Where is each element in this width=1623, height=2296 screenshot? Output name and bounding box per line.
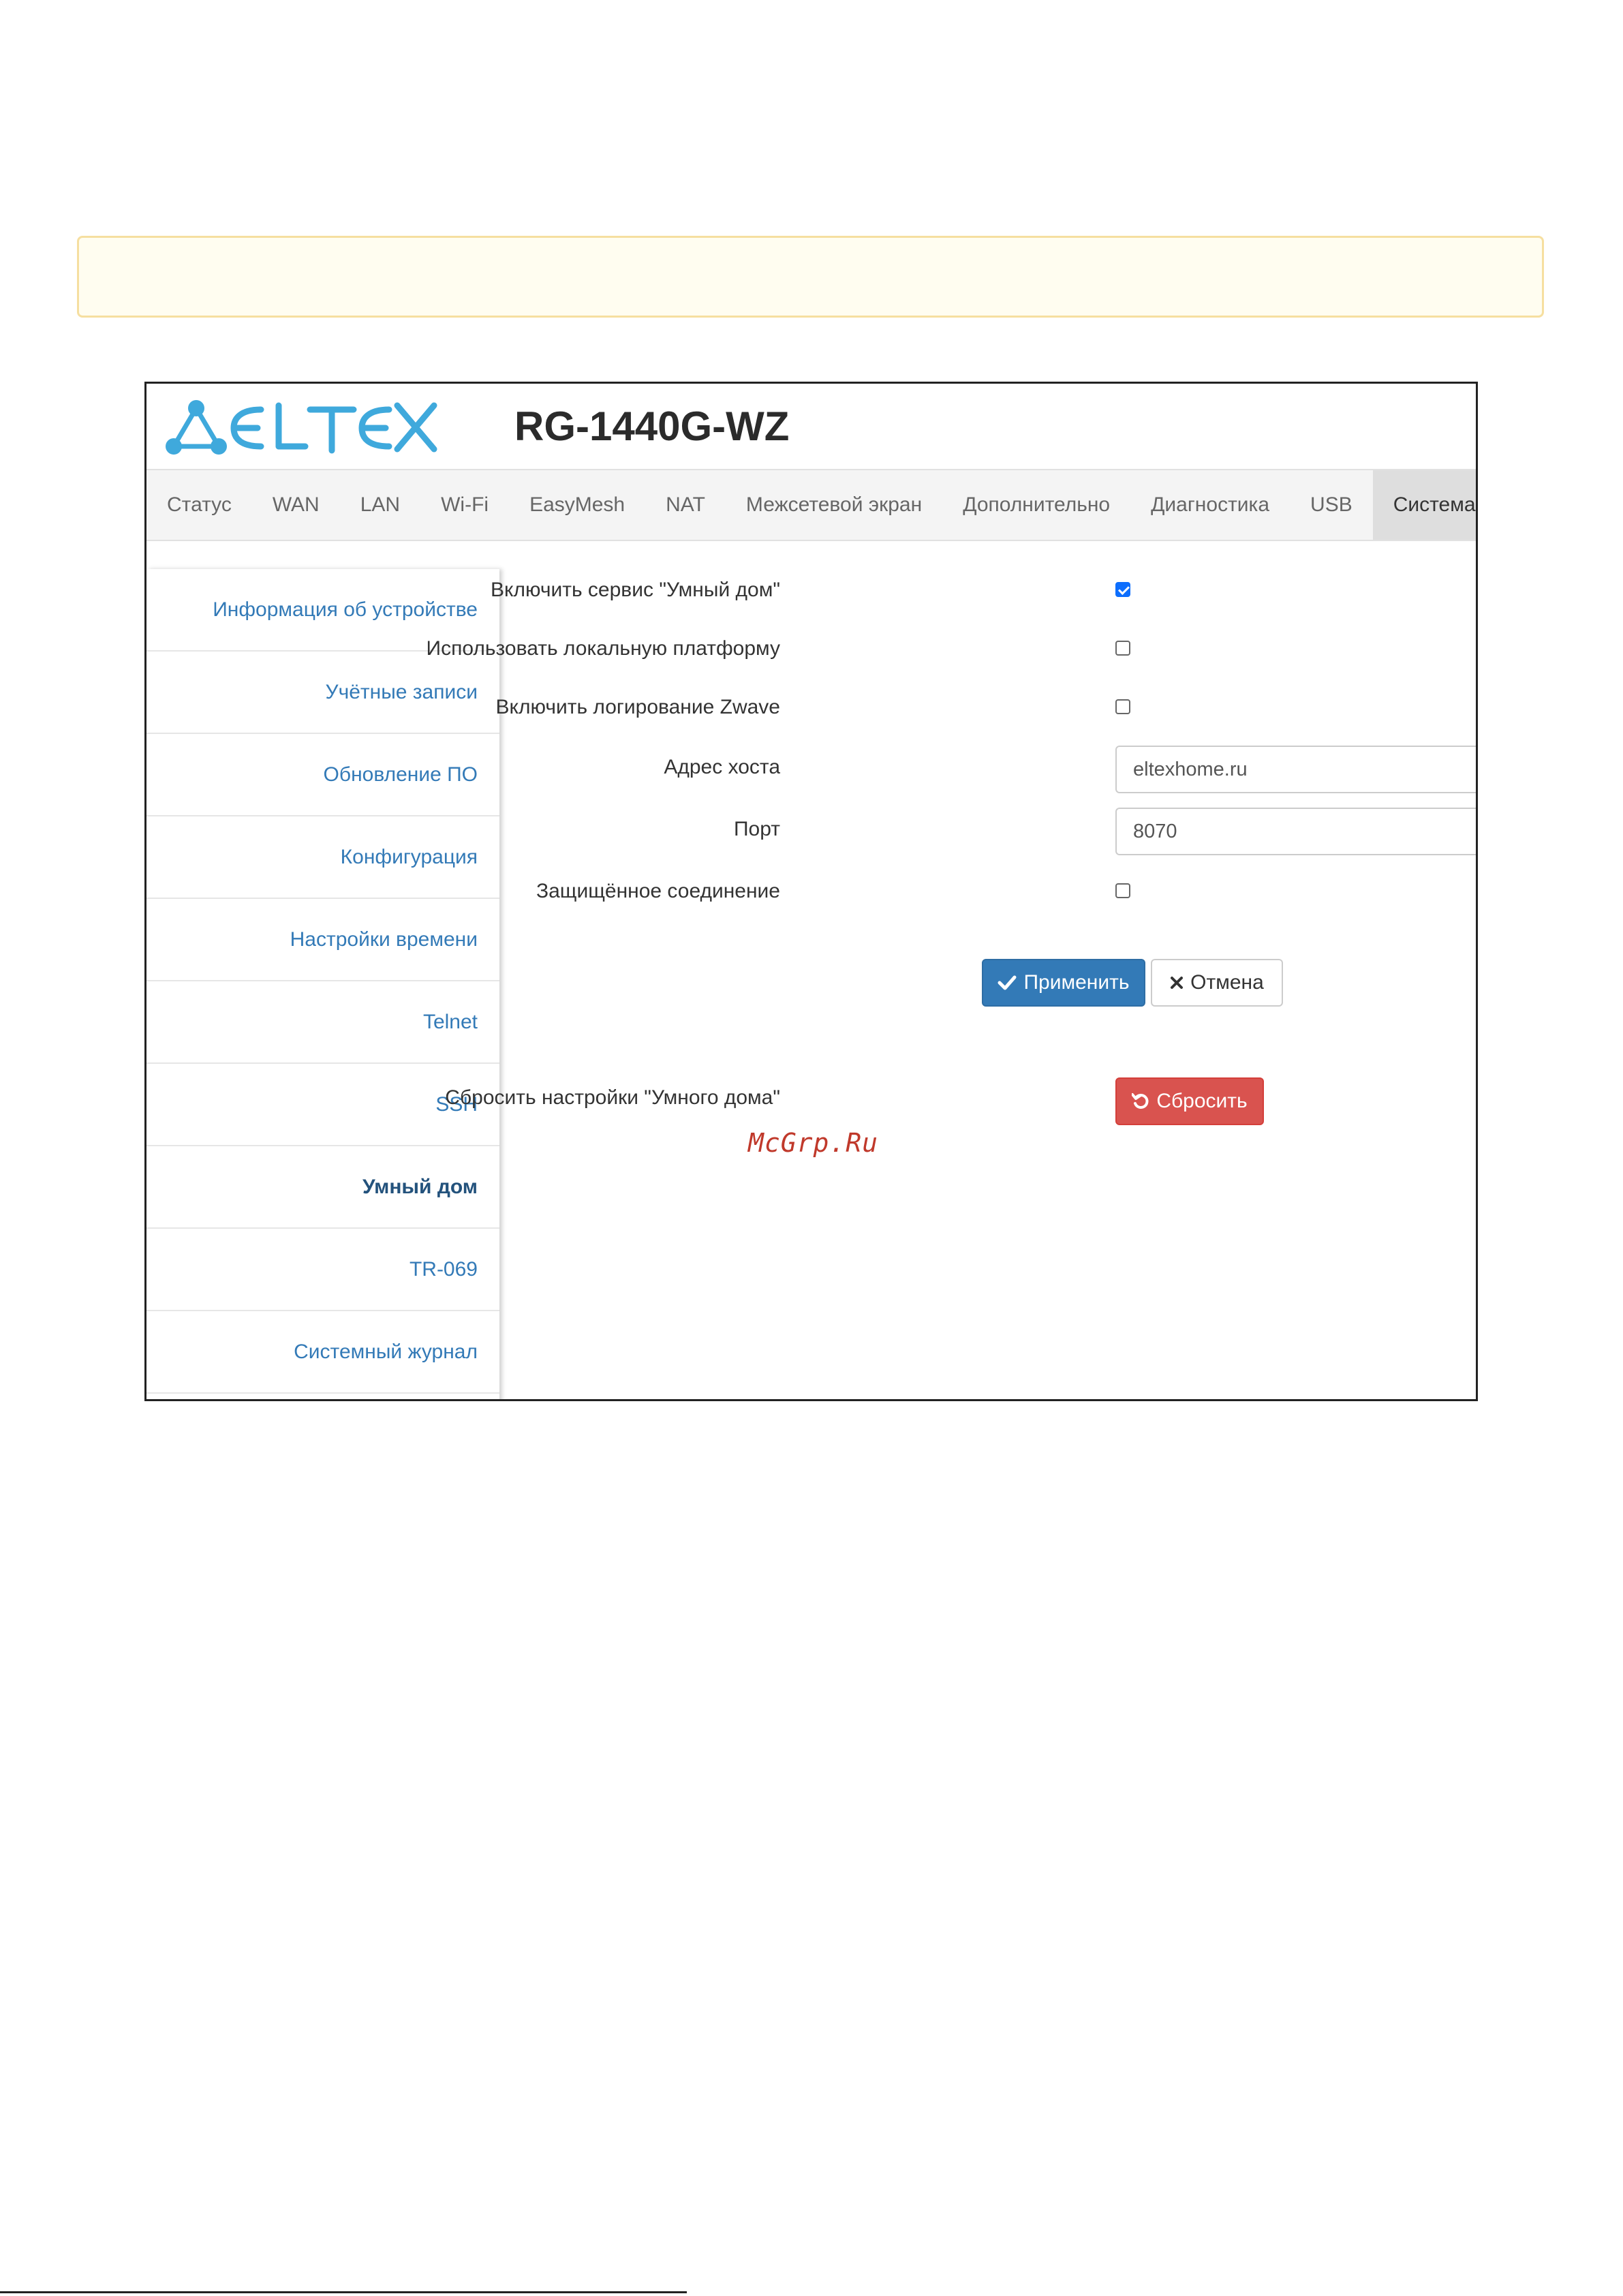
use-local-platform-label: Использовать локальную платформу <box>426 637 780 660</box>
apply-button[interactable]: Применить <box>982 959 1145 1007</box>
host-address-input[interactable]: eltexhome.ru <box>1115 746 1476 793</box>
close-icon <box>1170 976 1184 990</box>
zwave-logging-label: Включить логирование Zwave <box>495 696 781 718</box>
reset-settings-label: Сбросить настройки "Умного дома" <box>445 1086 780 1109</box>
port-input[interactable]: 8070 <box>1115 808 1476 855</box>
host-address-label: Адрес хоста <box>664 756 780 778</box>
reset-button-label: Сбросить <box>1156 1090 1248 1112</box>
smart-home-form: Включить сервис "Умный дом" Использовать… <box>427 384 1476 1399</box>
sidebar-item-time-settings[interactable]: Настройки времени <box>146 899 499 981</box>
page-footer-line <box>0 2291 687 2293</box>
sidebar-item-smart-home[interactable]: Умный дом <box>146 1146 499 1229</box>
use-local-platform-checkbox[interactable] <box>1115 641 1130 656</box>
watermark: McGrp.Ru <box>748 1128 879 1158</box>
reset-button[interactable]: Сбросить <box>1115 1077 1264 1125</box>
sidebar: Информация об устройстве Учётные записи … <box>146 569 499 1399</box>
enable-service-checkbox[interactable] <box>1115 582 1130 597</box>
sidebar-item-tr069[interactable]: TR-069 <box>146 1229 499 1311</box>
secure-connection-checkbox[interactable] <box>1115 883 1130 898</box>
tab-status[interactable]: Статус <box>146 470 252 540</box>
notice-box <box>77 236 1544 318</box>
router-web-ui: RG-1440G-WZ Статус WAN LAN Wi-Fi EasyMes… <box>144 382 1478 1401</box>
sidebar-item-configuration[interactable]: Конфигурация <box>146 816 499 899</box>
sidebar-item-accounts[interactable]: Учётные записи <box>146 652 499 734</box>
sidebar-item-telnet[interactable]: Telnet <box>146 981 499 1064</box>
port-label: Порт <box>733 818 780 840</box>
cancel-button[interactable]: Отмена <box>1151 959 1283 1007</box>
tab-lan[interactable]: LAN <box>340 470 420 540</box>
apply-button-label: Применить <box>1023 971 1130 994</box>
tab-wan[interactable]: WAN <box>252 470 340 540</box>
sidebar-item-system-log[interactable]: Системный журнал <box>146 1311 499 1394</box>
secure-connection-label: Защищённое соединение <box>536 880 780 902</box>
cancel-button-label: Отмена <box>1190 971 1264 994</box>
checkmark-icon <box>998 975 1017 990</box>
tab-wifi[interactable]: Wi-Fi <box>420 470 509 540</box>
sidebar-item-firmware-update[interactable]: Обновление ПО <box>146 734 499 816</box>
undo-icon <box>1132 1092 1149 1110</box>
zwave-logging-checkbox[interactable] <box>1115 699 1130 714</box>
enable-service-label: Включить сервис "Умный дом" <box>491 579 780 601</box>
eltex-logo <box>166 400 437 455</box>
